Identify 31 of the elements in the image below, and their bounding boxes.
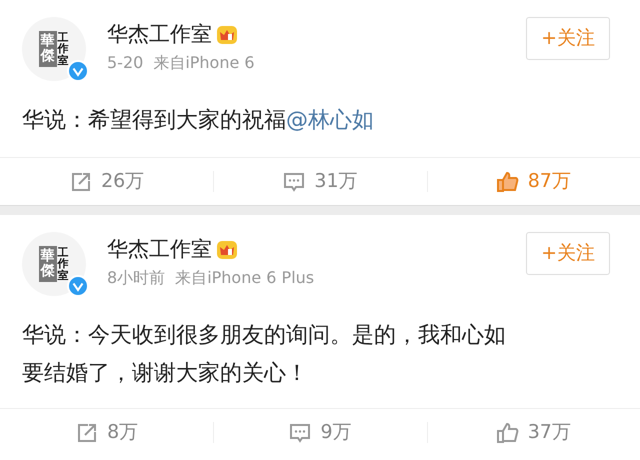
comment-button[interactable]: 9万 bbox=[213, 418, 427, 447]
avatar-block-text: 華傑 bbox=[38, 246, 56, 282]
comment-button[interactable]: 31万 bbox=[213, 167, 427, 196]
follow-button[interactable]: +关注 bbox=[526, 232, 610, 274]
post-text: 华说：今天收到很多朋友的询问。是的，我和心如 要结婚了，谢谢大家的关心！ bbox=[21, 322, 507, 388]
like-button[interactable]: 37万 bbox=[426, 418, 640, 447]
repost-button[interactable]: 26万 bbox=[0, 167, 214, 196]
author-name[interactable]: 华杰工作室 bbox=[107, 22, 212, 48]
post-time: 8小时前 bbox=[107, 267, 166, 290]
follow-button[interactable]: +关注 bbox=[526, 17, 610, 60]
like-count: 37万 bbox=[528, 420, 571, 446]
avatar-side-text: 工作室 bbox=[58, 32, 70, 66]
thumbs-up-icon[interactable] bbox=[496, 170, 520, 194]
like-count: 87万 bbox=[528, 169, 571, 194]
repost-count: 26万 bbox=[101, 169, 144, 194]
comment-count: 31万 bbox=[314, 169, 358, 194]
post-text: 华说：希望得到大家的祝福@林心如 bbox=[21, 107, 375, 135]
post-source: 来自iPhone 6 Plus bbox=[175, 267, 314, 290]
like-button[interactable]: 87万 bbox=[426, 167, 640, 196]
post-time: 5-20 bbox=[107, 52, 144, 74]
author-name[interactable]: 华杰工作室 bbox=[107, 237, 212, 262]
repost-count: 8万 bbox=[107, 420, 138, 446]
mention-link[interactable]: @林心如 bbox=[286, 108, 374, 133]
repost-button[interactable]: 8万 bbox=[0, 418, 214, 447]
crown-icon bbox=[216, 24, 238, 45]
avatar-block-text: 華傑 bbox=[38, 31, 56, 67]
crown-icon bbox=[216, 240, 238, 260]
thumbs-up-icon[interactable] bbox=[496, 420, 520, 444]
post-source: 来自iPhone 6 bbox=[153, 52, 255, 74]
avatar-side-text: 工作室 bbox=[58, 246, 70, 282]
comment-count: 9万 bbox=[320, 420, 352, 446]
